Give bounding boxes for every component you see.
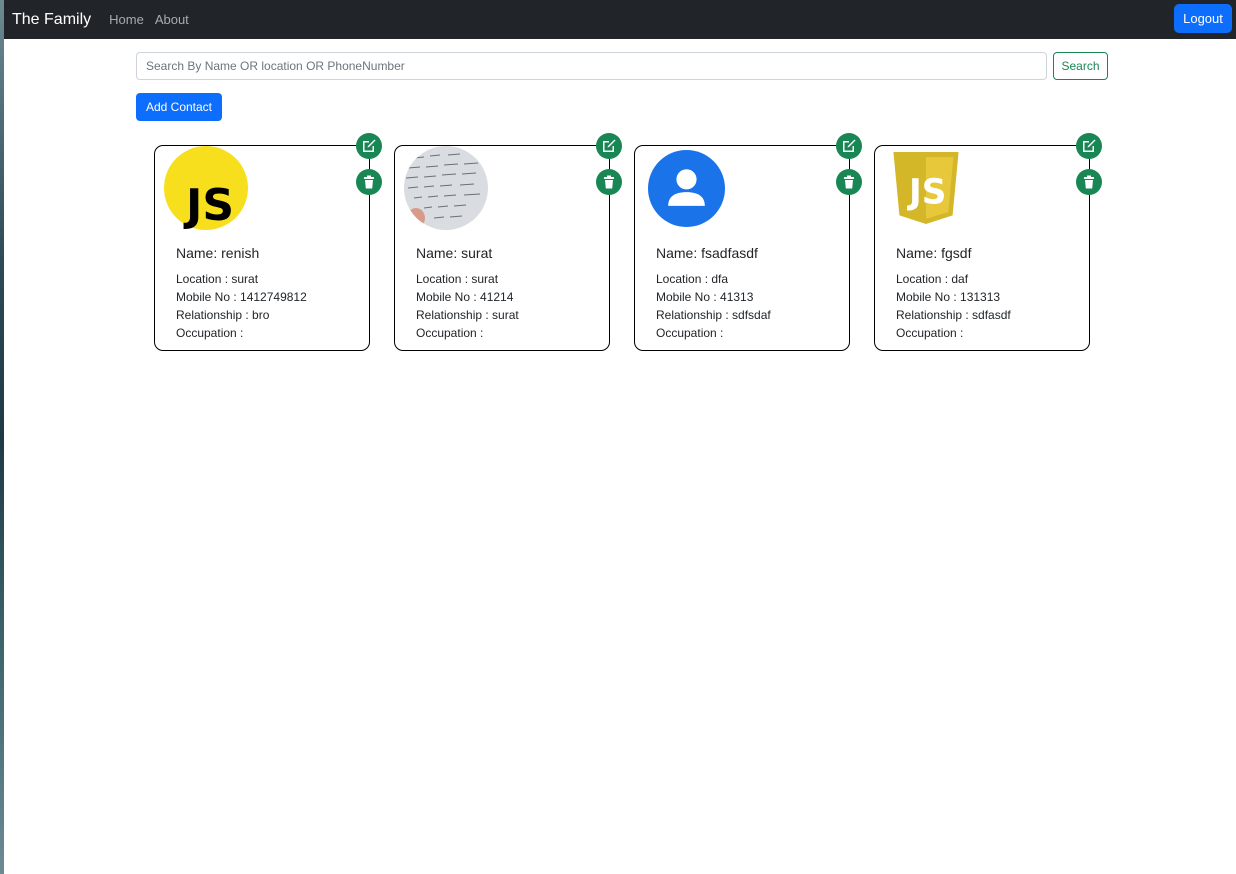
contact-name: Name: surat xyxy=(416,245,493,261)
contact-card: Name: fsadfasdf Location : dfa Mobile No… xyxy=(634,145,850,351)
contact-mobile: Mobile No : 41313 xyxy=(656,290,754,304)
nav-link-about[interactable]: About xyxy=(155,12,189,27)
top-navbar: The Family Home About Logout xyxy=(4,0,1236,39)
contact-location: Location : daf xyxy=(896,272,969,286)
contact-occupation: Occupation : xyxy=(896,326,964,340)
contact-relationship: Relationship : sdfsdaf xyxy=(656,308,771,322)
logout-button[interactable]: Logout xyxy=(1174,4,1232,33)
contact-card: Name: surat Location : surat Mobile No :… xyxy=(394,145,610,351)
contact-location: Location : dfa xyxy=(656,272,729,286)
javascript-shield-icon: JS xyxy=(893,152,959,224)
contact-name: Name: fgsdf xyxy=(896,245,972,261)
contact-mobile: Mobile No : 41214 xyxy=(416,290,514,304)
background-strip xyxy=(0,0,4,874)
contact-name: Name: renish xyxy=(176,245,260,261)
contact-details: Location : dfa Mobile No : 41313 Relatio… xyxy=(656,270,771,342)
edit-icon xyxy=(603,139,616,152)
svg-text:JS: JS xyxy=(907,172,946,212)
contact-occupation: Occupation : xyxy=(656,326,724,340)
trash-icon xyxy=(604,175,614,189)
delete-button[interactable] xyxy=(596,169,622,195)
contact-card: JS Name: fgsdf Location : daf Mobile No … xyxy=(874,145,1090,351)
delete-button[interactable] xyxy=(1076,169,1102,195)
edit-icon xyxy=(1083,139,1096,152)
brand-title[interactable]: The Family xyxy=(12,11,91,29)
contact-card: JS Name: renish Location : surat Mobile … xyxy=(154,145,370,351)
contact-mobile: Mobile No : 131313 xyxy=(896,290,1001,304)
trash-icon xyxy=(1084,175,1094,189)
contact-relationship: Relationship : bro xyxy=(176,308,270,322)
contact-details: Location : daf Mobile No : 131313 Relati… xyxy=(896,270,1011,342)
edit-icon xyxy=(363,139,376,152)
nav-link-home[interactable]: Home xyxy=(109,12,144,27)
contact-mobile: Mobile No : 1412749812 xyxy=(176,290,307,304)
javascript-logo-icon: JS xyxy=(164,146,248,230)
contact-relationship: Relationship : sdfasdf xyxy=(896,308,1011,322)
search-button[interactable]: Search xyxy=(1053,52,1108,80)
edit-button[interactable] xyxy=(356,133,382,159)
person-avatar-icon xyxy=(648,150,725,227)
contact-location: Location : surat xyxy=(416,272,499,286)
contact-details: Location : surat Mobile No : 41214 Relat… xyxy=(416,270,519,342)
action-connector xyxy=(849,159,850,169)
contact-details: Location : surat Mobile No : 1412749812 … xyxy=(176,270,307,342)
action-connector xyxy=(609,159,610,169)
edit-button[interactable] xyxy=(1076,133,1102,159)
edit-button[interactable] xyxy=(836,133,862,159)
add-contact-button[interactable]: Add Contact xyxy=(136,93,222,121)
contact-name: Name: fsadfasdf xyxy=(656,245,758,261)
action-connector xyxy=(369,159,370,169)
delete-button[interactable] xyxy=(356,169,382,195)
delete-button[interactable] xyxy=(836,169,862,195)
trash-icon xyxy=(844,175,854,189)
action-connector xyxy=(1089,159,1090,169)
contact-occupation: Occupation : xyxy=(416,326,484,340)
svg-text:JS: JS xyxy=(183,180,234,230)
search-input[interactable] xyxy=(136,52,1047,80)
edit-button[interactable] xyxy=(596,133,622,159)
edit-icon xyxy=(843,139,856,152)
contact-occupation: Occupation : xyxy=(176,326,244,340)
contact-relationship: Relationship : surat xyxy=(416,308,519,322)
trash-icon xyxy=(364,175,374,189)
contact-location: Location : surat xyxy=(176,272,259,286)
photo-avatar-icon xyxy=(404,146,488,230)
